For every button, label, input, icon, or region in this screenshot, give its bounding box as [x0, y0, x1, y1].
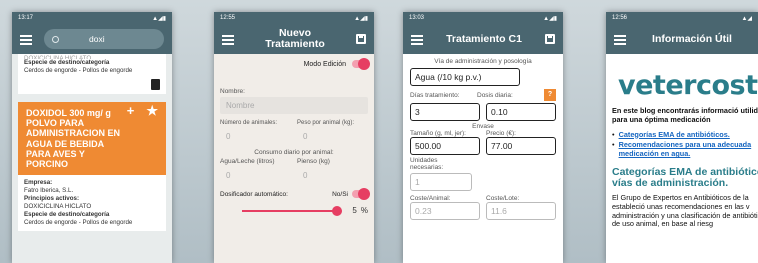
app-bar: Nuevo Tratamiento [214, 24, 374, 54]
dose-label: Dosis diaria: [477, 91, 513, 99]
add-icon[interactable]: + [127, 104, 135, 117]
feed-field[interactable]: 0 [297, 167, 368, 184]
species-label: Especie de destino/categoría [24, 59, 110, 66]
name-field[interactable]: Nombre [220, 97, 368, 114]
water-field[interactable]: 0 [220, 167, 291, 184]
cost-lot-field: 11.6 [486, 202, 556, 220]
actives-label: Principios activos: [24, 195, 80, 203]
status-bar: 13:03 ▲◢▮ [403, 12, 563, 24]
link-water-recommendations[interactable]: Recomendaciones para una adecuada medica… [619, 141, 758, 159]
animals-label: Número de animales: [220, 120, 278, 126]
menu-icon[interactable] [614, 34, 626, 45]
page-title: Tratamiento C1 [446, 32, 522, 45]
consumption-label: Consumo diario por animal: [254, 149, 334, 156]
species-value: Cerdos de engorde - Pollos de engorde [24, 219, 133, 227]
favorite-icon[interactable]: ★ [146, 104, 158, 117]
menu-icon[interactable] [411, 34, 423, 45]
route-label: Vía de administración y posología [434, 58, 532, 65]
search-input[interactable]: doxi [44, 29, 164, 49]
phone-new-treatment-screen: 12:55 ▲◢▮ Nuevo Tratamiento Modo Edición … [214, 12, 374, 263]
company-label: Empresa: [24, 179, 53, 187]
phone-treatment-detail-screen: 13:03 ▲◢▮ Tratamiento C1 Vía de administr… [403, 12, 563, 263]
app-bar: Información Útil [606, 24, 758, 54]
name-label: Nombre: [220, 88, 245, 95]
pdf-icon[interactable] [151, 79, 160, 90]
package-label: Envase [472, 123, 494, 130]
dispenser-label: Dosificador automático: [220, 190, 288, 198]
feed-label: Pienso (kg) [297, 158, 330, 165]
status-time: 12:56 [612, 15, 628, 21]
route-select[interactable]: Agua (/10 kg p.v.) [410, 68, 520, 86]
link-ema-categories[interactable]: Categorías EMA de antibióticos. [619, 130, 730, 140]
species-label: Especie de destino/categoría [24, 211, 110, 219]
status-bar: 13:17 ▲◢▮ [12, 12, 172, 24]
slider-unit: % [360, 206, 368, 215]
intro-text: En este blog encontrarás informació util… [612, 106, 758, 124]
app-bar: Tratamiento C1 [403, 24, 563, 54]
status-time: 13:03 [409, 15, 425, 21]
animals-field[interactable]: 0 [220, 128, 291, 145]
cost-lot-label: Coste/Lote: [486, 195, 520, 202]
units-field: 1 [410, 173, 472, 191]
status-time: 12:55 [220, 15, 236, 21]
units-label: Unidades necesarias: [410, 157, 444, 171]
section-paragraph: El Grupo de Expertos en Antibióticos de … [612, 192, 758, 229]
page-title: Nuevo Tratamiento [265, 27, 325, 50]
status-bar: 12:55 ▲◢▮ [214, 12, 374, 24]
company-value: Fatro Iberica, S.L. [24, 187, 74, 195]
help-button[interactable]: ? [544, 89, 556, 101]
percent-slider[interactable] [242, 205, 343, 216]
size-label: Tamaño (g, ml, jer): [410, 130, 466, 137]
days-label: Días tratamiento: [410, 91, 460, 99]
search-icon [52, 35, 59, 43]
dispenser-toggle-label: No/Si [332, 190, 348, 198]
price-field[interactable]: 77.00 [486, 137, 556, 155]
status-time: 13:17 [18, 15, 34, 21]
phone-search-screen: 13:17 ▲◢▮ doxi DOXICICLINA HICLATO Especi… [12, 12, 172, 263]
slider-value: 5 [352, 206, 357, 215]
app-bar: doxi [12, 24, 172, 54]
search-value: doxi [89, 34, 105, 44]
size-field[interactable]: 500.00 [410, 137, 480, 155]
cost-animal-label: Coste/Animal: [410, 195, 451, 202]
price-label: Precio (€): [486, 130, 516, 137]
slider-thumb[interactable] [332, 205, 343, 216]
product-title: DOXIDOL 300 mg/ g POLVO PARA ADMINISTRAC… [26, 108, 120, 170]
cost-animal-field: 0.23 [410, 202, 480, 220]
section-heading: Categorías EMA de antibióticos vías de a… [612, 165, 758, 190]
result-card-highlighted[interactable]: + ★ DOXIDOL 300 mg/ g POLVO PARA ADMINIS… [18, 102, 166, 176]
menu-icon[interactable] [20, 34, 32, 45]
save-icon[interactable] [356, 34, 366, 44]
edit-mode-label: Modo Edición [303, 60, 346, 68]
status-bar: 12:56 ▲◢ [606, 12, 758, 24]
result-card-detail[interactable]: Empresa: Fatro Iberica, S.L. Principios … [18, 175, 166, 232]
weight-label: Peso por animal (kg): [297, 120, 355, 126]
menu-icon[interactable] [222, 34, 234, 45]
days-field[interactable]: 3 [410, 103, 480, 121]
water-label: Agua/Leche (litros) [220, 158, 275, 165]
result-card[interactable]: DOXICICLINA HICLATO Especie de destino/c… [18, 54, 166, 94]
weight-field[interactable]: 0 [297, 128, 368, 145]
species-value: Cerdos de engorde - Pollos de engorde [24, 67, 133, 74]
dose-field[interactable]: 0.10 [486, 103, 556, 121]
edit-mode-toggle[interactable] [352, 58, 370, 70]
actives-value: DOXICICLINA HICLATO [24, 203, 92, 211]
dispenser-toggle[interactable] [352, 188, 370, 200]
phone-info-screen: 12:56 ▲◢ Información Útil vetercost En es… [606, 12, 758, 263]
save-icon[interactable] [545, 34, 555, 44]
page-title: Información Útil [652, 32, 732, 45]
brand-logo: vetercost [618, 70, 758, 101]
